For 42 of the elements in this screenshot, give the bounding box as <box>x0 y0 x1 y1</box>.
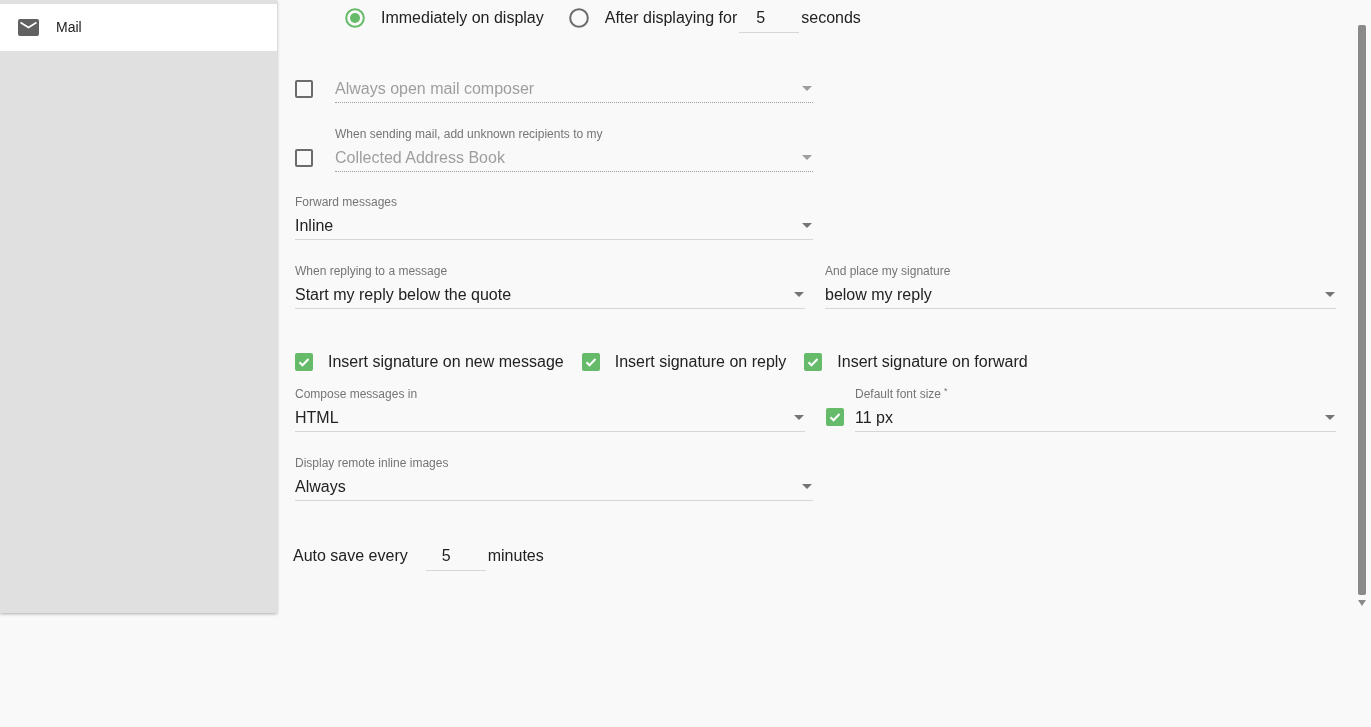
dropdown-field[interactable]: below my reply <box>825 283 1336 309</box>
dropdown-field[interactable]: Always <box>295 475 813 501</box>
checkbox-label: Insert signature on reply <box>614 352 787 372</box>
sidebar-item[interactable]: Mail <box>0 4 277 51</box>
scrollbar-thumb[interactable] <box>1358 25 1366 595</box>
radio-icon <box>568 8 589 28</box>
field-label: Compose messages in <box>295 386 418 402</box>
unit-label: seconds <box>801 8 861 28</box>
caret-icon <box>802 223 812 228</box>
dropdown-field[interactable]: Inline <box>295 214 813 240</box>
autosave-input[interactable]: 5 <box>425 541 486 571</box>
checkbox[interactable] <box>804 353 823 371</box>
caret-icon <box>802 484 812 489</box>
delay-input[interactable]: 5 <box>739 3 800 33</box>
checkbox-label: Insert signature on new message <box>328 352 564 372</box>
caret-icon <box>802 155 812 160</box>
field-label: Auto save every <box>293 546 408 566</box>
field-label: Default font size <box>855 386 942 402</box>
checkbox[interactable] <box>826 408 844 426</box>
caret-icon <box>1325 292 1335 297</box>
caret-icon <box>794 415 804 420</box>
field-label: When sending mail, add unknown recipients to my <box>335 126 603 142</box>
radio-icon <box>345 8 365 28</box>
scroll-down-icon[interactable] <box>1358 600 1366 606</box>
caret-icon <box>1325 415 1335 420</box>
caret-icon <box>802 86 812 91</box>
field-label: And place my signature <box>825 263 951 279</box>
checkbox[interactable] <box>295 353 313 371</box>
mail-icon <box>18 19 39 36</box>
caret-icon <box>794 292 804 297</box>
dropdown-field[interactable]: HTML <box>295 406 805 432</box>
unit-label: minutes <box>487 546 544 566</box>
radio-option[interactable]: After displaying for <box>568 6 738 30</box>
checkbox[interactable] <box>581 353 600 371</box>
field-label: Display remote inline images <box>295 455 449 471</box>
dropdown-field[interactable]: Start my reply below the quote <box>295 283 805 309</box>
required-mark: * <box>944 386 948 396</box>
dropdown-field[interactable]: 11 px <box>855 406 1336 432</box>
radio-option[interactable]: Immediately on display <box>345 6 544 30</box>
checkbox-label: Insert signature on forward <box>837 352 1028 372</box>
field-label: Forward messages <box>295 194 398 210</box>
field-label: When replying to a message <box>295 263 448 279</box>
